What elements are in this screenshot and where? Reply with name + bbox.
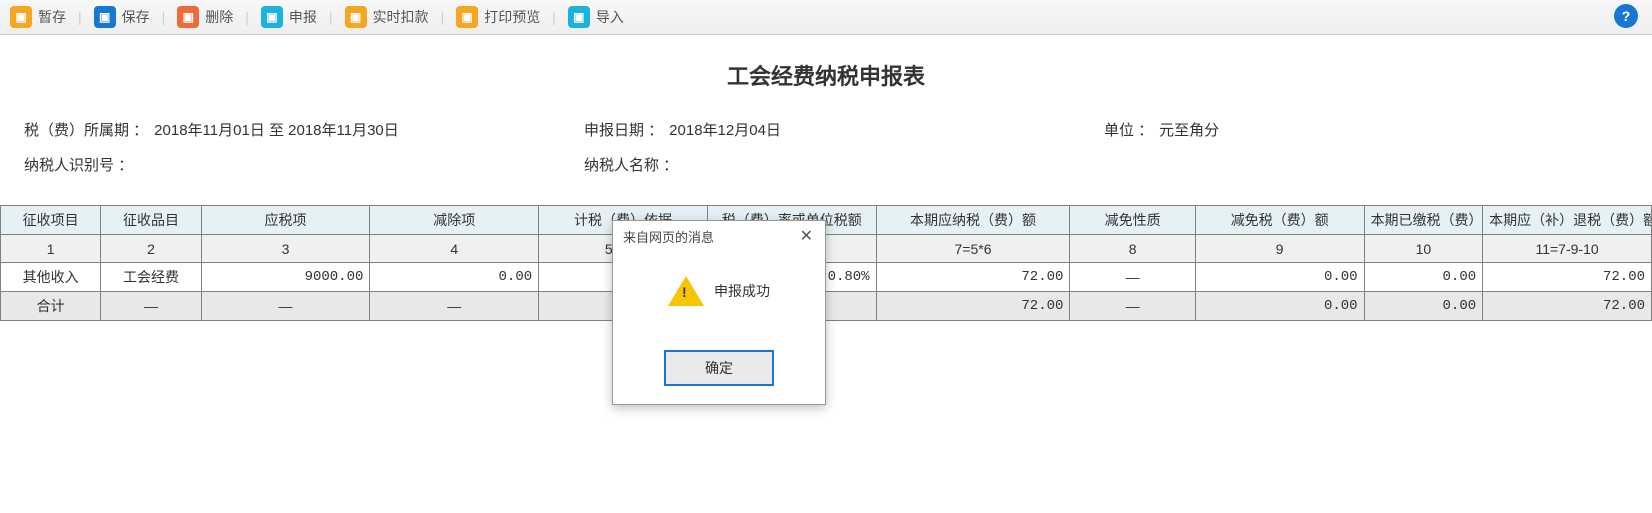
coln-4: 4	[370, 235, 539, 263]
cell-c2: 工会经费	[101, 263, 201, 292]
table-header-row: 征收项目 征收品目 应税项 减除项 计税（费）依据 税（费）率或单位税额 本期应…	[1, 206, 1652, 235]
toolbar-label: 导入	[596, 7, 624, 27]
table-total-row: 合计 — — — 72.00 — 0.00 0.00 72.00	[1, 292, 1652, 321]
declare-date-value: 2018年12月04日	[669, 119, 781, 140]
th-1: 征收项目	[1, 206, 101, 235]
toolbar-separator: |	[78, 9, 82, 25]
print-icon: ▣	[456, 6, 478, 28]
toolbar-save-draft[interactable]: ▣ 暂存	[10, 6, 66, 28]
coln-10: 10	[1364, 235, 1483, 263]
th-7: 本期应纳税（费）额	[876, 206, 1070, 235]
th-3: 应税项	[201, 206, 370, 235]
table-row: 其他收入 工会经费 9000.00 0.00 0.80% 72.00 — 0.0…	[1, 263, 1652, 292]
save-icon: ▣	[94, 6, 116, 28]
cell-c8: —	[1070, 263, 1195, 292]
toolbar-separator: |	[441, 9, 445, 25]
th-2: 征收品目	[101, 206, 201, 235]
coln-2: 2	[101, 235, 201, 263]
total-c3: —	[201, 292, 370, 321]
total-c9: 0.00	[1195, 292, 1364, 321]
taxpayer-id-label: 纳税人识别号 ：	[24, 154, 133, 175]
save-draft-icon: ▣	[10, 6, 32, 28]
toolbar-label: 实时扣款	[373, 7, 429, 27]
coln-11: 11=7-9-10	[1483, 235, 1652, 263]
toolbar-separator: |	[162, 9, 166, 25]
coln-9: 9	[1195, 235, 1364, 263]
unit-value: 元至角分	[1159, 119, 1219, 140]
total-c7: 72.00	[876, 292, 1070, 321]
coln-7: 7=5*6	[876, 235, 1070, 263]
tax-table: 征收项目 征收品目 应税项 减除项 计税（费）依据 税（费）率或单位税额 本期应…	[0, 205, 1652, 321]
delete-icon: ▣	[177, 6, 199, 28]
period-value: 2018年11月01日 至 2018年11月30日	[154, 119, 399, 140]
total-c2: —	[101, 292, 201, 321]
toolbar-separator: |	[552, 9, 556, 25]
toolbar-print[interactable]: ▣ 打印预览	[456, 6, 540, 28]
cell-c3[interactable]: 9000.00	[201, 263, 370, 292]
th-10: 本期已缴税（费）额	[1364, 206, 1483, 235]
cell-c1: 其他收入	[1, 263, 101, 292]
dialog-message: 申报成功	[714, 281, 770, 301]
deduct-icon: ▣	[345, 6, 367, 28]
cell-c9: 0.00	[1195, 263, 1364, 292]
toolbar-save[interactable]: ▣ 保存	[94, 6, 150, 28]
total-label: 合计	[1, 292, 101, 321]
toolbar-separator: |	[329, 9, 333, 25]
unit-label: 单位 ：	[1104, 119, 1153, 140]
toolbar-deduct[interactable]: ▣ 实时扣款	[345, 6, 429, 28]
toolbar-label: 打印预览	[484, 7, 540, 27]
toolbar: ▣ 暂存 | ▣ 保存 | ▣ 删除 | ▣ 申报 | ▣ 实时扣款 | ▣ 打印预览 | ▣ 导入?	[0, 0, 1652, 35]
th-11: 本期应（补）退税（费）额	[1483, 206, 1652, 235]
cell-c7: 72.00	[876, 263, 1070, 292]
period-label: 税（费）所属期 ：	[24, 119, 148, 140]
coln-8: 8	[1070, 235, 1195, 263]
help-icon[interactable]: ?	[1614, 4, 1638, 28]
cell-c4[interactable]: 0.00	[370, 263, 539, 292]
toolbar-delete[interactable]: ▣ 删除	[177, 6, 233, 28]
warning-icon	[668, 276, 704, 306]
cell-c11: 72.00	[1483, 263, 1652, 292]
th-4: 减除项	[370, 206, 539, 235]
taxpayer-name-label: 纳税人名称 ：	[584, 154, 678, 175]
toolbar-label: 申报	[289, 7, 317, 27]
cell-c10: 0.00	[1364, 263, 1483, 292]
ok-button[interactable]: 确定	[664, 350, 774, 386]
page-title: 工会经费纳税申报表	[0, 59, 1652, 91]
toolbar-import[interactable]: ▣ 导入	[568, 6, 624, 28]
toolbar-declare[interactable]: ▣ 申报	[261, 6, 317, 28]
meta-section: 税（费）所属期 ： 2018年11月01日 至 2018年11月30日 申报日期…	[0, 119, 1652, 205]
toolbar-label: 删除	[205, 7, 233, 27]
dialog-title: 来自网页的消息	[623, 227, 714, 246]
th-8: 减免性质	[1070, 206, 1195, 235]
toolbar-label: 暂存	[38, 7, 66, 27]
total-c10: 0.00	[1364, 292, 1483, 321]
total-c8: —	[1070, 292, 1195, 321]
close-icon[interactable]: ✕	[796, 229, 817, 245]
declare-date-label: 申报日期 ：	[584, 119, 663, 140]
declare-icon: ▣	[261, 6, 283, 28]
toolbar-separator: |	[245, 9, 249, 25]
th-9: 减免税（费）额	[1195, 206, 1364, 235]
total-c11: 72.00	[1483, 292, 1652, 321]
import-icon: ▣	[568, 6, 590, 28]
table-numrow: 1 2 3 4 5=3-4 7=5*6 8 9 10 11=7-9-10	[1, 235, 1652, 263]
coln-3: 3	[201, 235, 370, 263]
total-c4: —	[370, 292, 539, 321]
coln-1: 1	[1, 235, 101, 263]
toolbar-label: 保存	[122, 7, 150, 27]
alert-dialog: 来自网页的消息 ✕ 申报成功 确定	[612, 220, 826, 405]
